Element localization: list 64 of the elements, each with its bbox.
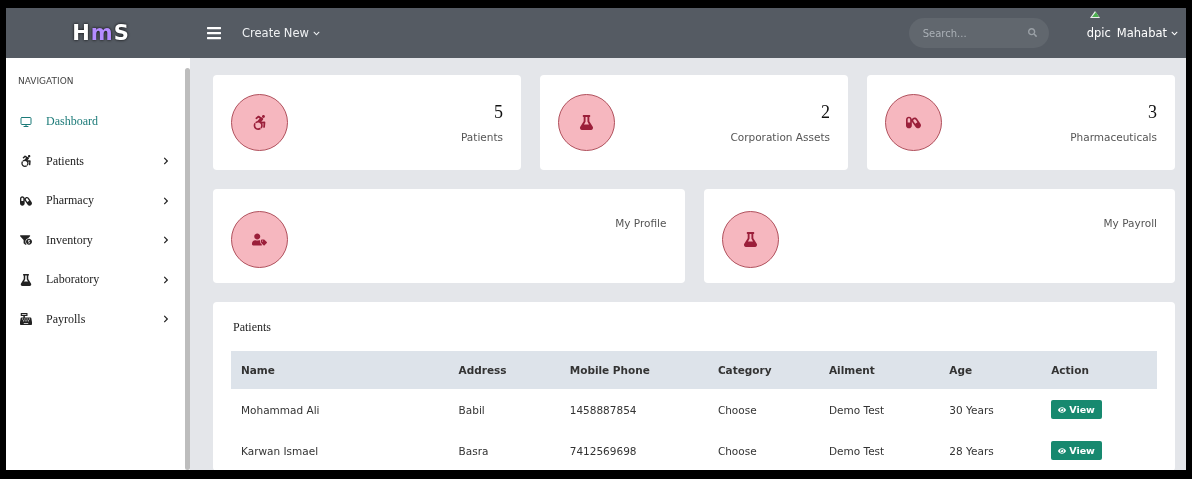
user-tag-icon bbox=[252, 232, 267, 247]
broken-image-icon bbox=[1088, 9, 1101, 19]
view-button[interactable]: View bbox=[1051, 441, 1102, 460]
menu-icon bbox=[206, 25, 222, 41]
nav-item[interactable]: Laboratory bbox=[6, 260, 185, 300]
search-field[interactable]: Search... bbox=[908, 18, 1049, 48]
table-cell: Choose bbox=[707, 389, 819, 430]
table-cell: 1458887854 bbox=[559, 389, 708, 430]
user-menu[interactable]: Mahabat bbox=[1116, 26, 1178, 40]
table-title: Patients bbox=[233, 320, 272, 335]
stat-count: 2 bbox=[821, 102, 830, 123]
flask-icon bbox=[20, 273, 32, 286]
column-header: Age bbox=[939, 351, 1042, 389]
nav-item[interactable]: Payrolls bbox=[6, 299, 185, 339]
search-icon bbox=[1027, 28, 1037, 37]
column-header: Category bbox=[707, 351, 819, 389]
capsule-icon bbox=[906, 115, 921, 130]
capsule-icon bbox=[20, 194, 32, 207]
stat-label: Patients bbox=[460, 131, 503, 143]
avatar-alt-text: dpic bbox=[1086, 26, 1111, 40]
table-cell-text: Choose bbox=[716, 443, 758, 459]
stat-label: Corporation Assets bbox=[730, 131, 830, 143]
link-card[interactable]: My Payroll bbox=[703, 189, 1175, 283]
stat-count: 5 bbox=[494, 102, 503, 123]
logo[interactable]: HmS bbox=[72, 21, 130, 45]
cash-register-icon bbox=[20, 313, 32, 326]
flask-icon bbox=[579, 115, 594, 130]
table-cell: 30 Years bbox=[939, 389, 1042, 430]
column-header: Action bbox=[1041, 351, 1157, 389]
card-label: My Payroll bbox=[1103, 217, 1157, 229]
menu-button[interactable] bbox=[206, 25, 222, 41]
link-card[interactable]: My Profile bbox=[213, 189, 685, 283]
table-cell-text: 7412569698 bbox=[568, 443, 638, 459]
view-button[interactable]: View bbox=[1051, 400, 1102, 419]
column-header: Name bbox=[231, 351, 449, 389]
monitor-icon bbox=[20, 115, 32, 128]
nav-item[interactable]: Pharmacy bbox=[6, 181, 185, 221]
table-cell: Babil bbox=[448, 389, 560, 430]
nav-item[interactable]: Dashboard bbox=[6, 102, 185, 142]
flask-icon bbox=[742, 232, 758, 247]
create-new-menu[interactable]: Create New bbox=[242, 26, 320, 40]
table-cell-text: 28 Years bbox=[948, 443, 995, 459]
caret-icon bbox=[1171, 29, 1178, 37]
wheelchair-icon bbox=[252, 115, 267, 130]
scrollbar[interactable] bbox=[185, 68, 190, 470]
table-cell-text: Basra bbox=[457, 443, 490, 459]
stat-count: 3 bbox=[1148, 102, 1157, 123]
nav-item[interactable]: Inventory bbox=[6, 220, 185, 260]
wheelchair-icon bbox=[20, 155, 32, 168]
column-header: Mobile Phone bbox=[559, 351, 708, 389]
column-header: Address bbox=[448, 351, 560, 389]
table-cell: Demo Test bbox=[819, 389, 940, 430]
eye-icon bbox=[1058, 405, 1067, 414]
caret-icon bbox=[312, 29, 320, 37]
nav-item[interactable]: Patients bbox=[6, 141, 185, 181]
funnel-icon bbox=[20, 234, 32, 247]
card-label: My Profile bbox=[615, 217, 667, 229]
stat-label: Pharmaceuticals bbox=[1070, 131, 1157, 143]
nav-heading: NAVIGATION bbox=[17, 76, 75, 86]
table-cell-text: Demo Test bbox=[828, 443, 886, 459]
eye-icon bbox=[1058, 446, 1067, 455]
column-header: Ailment bbox=[819, 351, 940, 389]
table-cell-text: Karwan Ismael bbox=[240, 443, 320, 459]
table-cell: Mohammad Ali bbox=[231, 389, 449, 430]
